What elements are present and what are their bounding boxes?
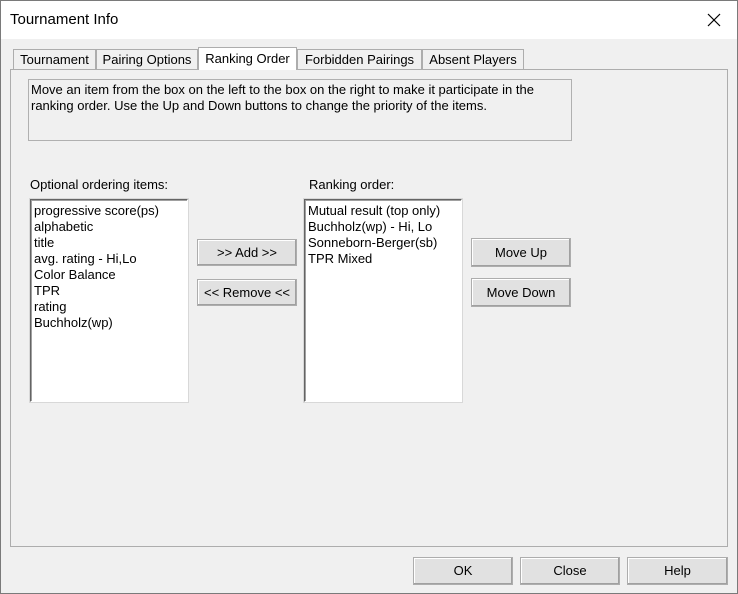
- remove-button[interactable]: << Remove <<: [197, 279, 297, 306]
- list-item[interactable]: alphabetic: [34, 219, 187, 235]
- list-item[interactable]: progressive score(ps): [34, 203, 187, 219]
- title-bar: Tournament Info: [1, 1, 737, 39]
- window-title: Tournament Info: [10, 11, 119, 28]
- tab-forbidden-pairings[interactable]: Forbidden Pairings: [297, 49, 422, 69]
- optional-items-label: Optional ordering items:: [30, 177, 169, 192]
- move-up-button[interactable]: Move Up: [471, 238, 571, 267]
- window-close-button[interactable]: [691, 1, 737, 39]
- ranking-order-list[interactable]: Mutual result (top only) Buchholz(wp) - …: [304, 199, 462, 402]
- list-item[interactable]: Color Balance: [34, 267, 187, 283]
- help-button[interactable]: Help: [627, 557, 728, 585]
- ok-button[interactable]: OK: [413, 557, 513, 585]
- list-item[interactable]: Buchholz(wp) - Hi, Lo: [308, 219, 461, 235]
- list-item[interactable]: Buchholz(wp): [34, 315, 187, 331]
- instructions-box: Move an item from the box on the left to…: [28, 79, 572, 141]
- list-item[interactable]: title: [34, 235, 187, 251]
- close-icon: [707, 13, 721, 27]
- move-down-button[interactable]: Move Down: [471, 278, 571, 307]
- tab-absent-players[interactable]: Absent Players: [422, 49, 524, 69]
- tab-tournament[interactable]: Tournament: [13, 49, 96, 69]
- optional-items-list[interactable]: progressive score(ps) alphabetic title a…: [30, 199, 188, 402]
- tab-ranking-order[interactable]: Ranking Order: [198, 47, 297, 70]
- list-item[interactable]: rating: [34, 299, 187, 315]
- list-item[interactable]: avg. rating - Hi,Lo: [34, 251, 187, 267]
- tab-pairing-options[interactable]: Pairing Options: [96, 49, 198, 69]
- instructions-line-2: ranking order. Use the Up and Down butto…: [31, 98, 487, 113]
- list-item[interactable]: Sonneborn-Berger(sb): [308, 235, 461, 251]
- list-item[interactable]: Mutual result (top only): [308, 203, 461, 219]
- list-item[interactable]: TPR Mixed: [308, 251, 461, 267]
- ranking-order-label: Ranking order:: [309, 177, 395, 192]
- instructions-line-1: Move an item from the box on the left to…: [31, 82, 534, 97]
- add-button[interactable]: >> Add >>: [197, 239, 297, 266]
- close-button[interactable]: Close: [520, 557, 620, 585]
- list-item[interactable]: TPR: [34, 283, 187, 299]
